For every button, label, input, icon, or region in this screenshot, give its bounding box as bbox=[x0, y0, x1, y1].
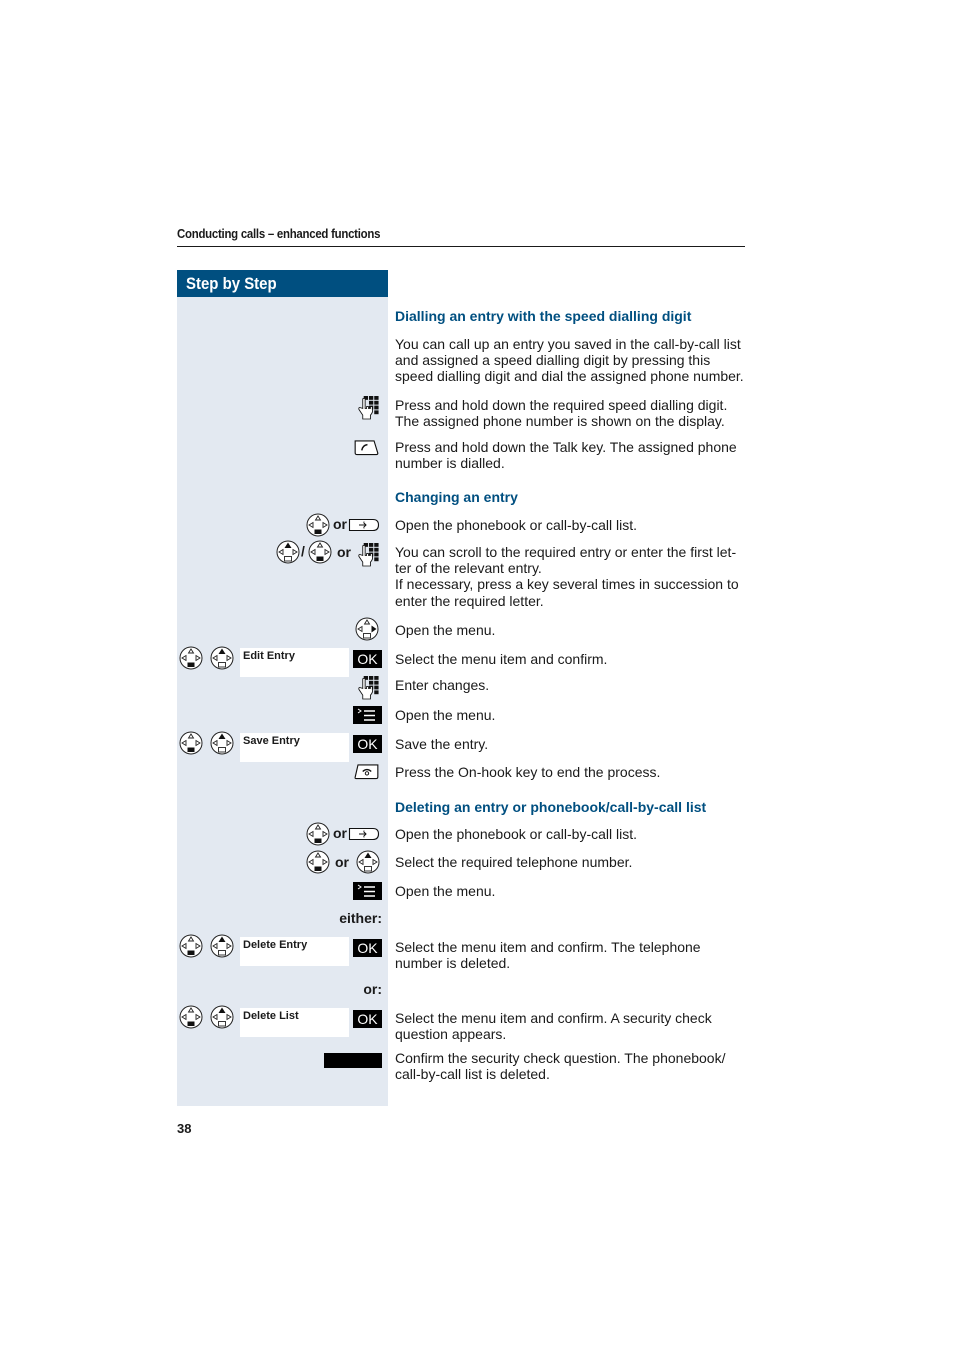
keypad-hand-icon bbox=[357, 675, 380, 700]
step-text: You can scroll to the required entry or … bbox=[395, 544, 739, 609]
step-text: Open the phonebook or call-by-call list. bbox=[395, 517, 638, 533]
ok-key: OK bbox=[353, 650, 382, 668]
phonebook-key-icon bbox=[348, 518, 380, 532]
step-text: Select the menu item and confirm. A secu… bbox=[395, 1010, 712, 1043]
or-label: or bbox=[333, 516, 347, 532]
control-key-down-icon bbox=[179, 934, 203, 958]
control-key-down-icon bbox=[306, 822, 330, 846]
or-colon-label: or: bbox=[363, 981, 382, 997]
step-text: Select the required telephone number. bbox=[395, 854, 633, 870]
control-key-up-icon bbox=[210, 1005, 234, 1029]
display-save-entry: Save Entry bbox=[240, 733, 349, 762]
display-softkey-bar bbox=[324, 1053, 382, 1068]
control-key-up-icon bbox=[210, 646, 234, 670]
talk-key-icon bbox=[353, 439, 380, 456]
control-key-down-icon bbox=[306, 850, 330, 874]
display-delete-entry: Delete Entry bbox=[240, 937, 349, 966]
step-text: Open the menu. bbox=[395, 707, 496, 723]
menu-key-icon bbox=[353, 882, 382, 900]
phonebook-key-icon bbox=[348, 827, 380, 841]
ok-key: OK bbox=[353, 735, 382, 753]
step-text: Open the menu. bbox=[395, 622, 496, 638]
control-key-right-icon bbox=[355, 617, 379, 641]
header-rule bbox=[177, 246, 745, 247]
running-header-title: Conducting calls – enhanced functions bbox=[177, 226, 381, 241]
control-key-up-icon bbox=[210, 731, 234, 755]
section-title-speed-dial: Dialling an entry with the speed diallin… bbox=[395, 308, 692, 324]
control-key-up-icon bbox=[356, 850, 380, 874]
step-text: Enter changes. bbox=[395, 677, 490, 693]
control-key-down-icon bbox=[308, 540, 332, 564]
control-key-down-icon bbox=[179, 1005, 203, 1029]
step-text: Select the menu item and confirm. The te… bbox=[395, 939, 701, 972]
ok-key: OK bbox=[353, 939, 382, 957]
control-key-up-icon bbox=[276, 540, 300, 564]
keypad-hand-icon bbox=[357, 542, 380, 567]
control-key-down-icon bbox=[179, 646, 203, 670]
ok-key: OK bbox=[353, 1010, 382, 1028]
section-title-deleting: Deleting an entry or phonebook/call-by-c… bbox=[395, 799, 707, 815]
control-key-down-icon bbox=[306, 513, 330, 537]
on-hook-key-icon bbox=[353, 763, 380, 780]
step-by-step-header: Step by Step bbox=[177, 270, 388, 297]
menu-key-icon bbox=[353, 706, 382, 724]
step-text: Select the menu item and confirm. bbox=[395, 651, 608, 667]
step-text: Press and hold down the required speed d… bbox=[395, 397, 728, 430]
page-number: 38 bbox=[177, 1121, 192, 1136]
slash-label: / bbox=[301, 543, 305, 559]
section-title-changing-entry: Changing an entry bbox=[395, 489, 518, 505]
either-label: either: bbox=[339, 910, 382, 926]
step-text: Confirm the security check question. The… bbox=[395, 1050, 726, 1083]
step-text: Press and hold down the Talk key. The as… bbox=[395, 439, 737, 472]
control-key-up-icon bbox=[210, 934, 234, 958]
or-label: or bbox=[333, 825, 347, 841]
step-by-step-title: Step by Step bbox=[186, 274, 277, 293]
section-intro-speed-dial: You can call up an entry you saved in th… bbox=[395, 336, 744, 385]
step-text: Save the entry. bbox=[395, 736, 489, 752]
step-text: Press the On-hook key to end the process… bbox=[395, 764, 661, 780]
keypad-hand-icon bbox=[357, 395, 380, 420]
step-text: Open the menu. bbox=[395, 883, 496, 899]
or-label: or bbox=[335, 854, 349, 870]
step-text: Open the phonebook or call-by-call list. bbox=[395, 826, 638, 842]
display-edit-entry: Edit Entry bbox=[240, 648, 349, 677]
control-key-down-icon bbox=[179, 731, 203, 755]
display-delete-list: Delete List bbox=[240, 1008, 349, 1037]
or-label: or bbox=[337, 544, 351, 560]
